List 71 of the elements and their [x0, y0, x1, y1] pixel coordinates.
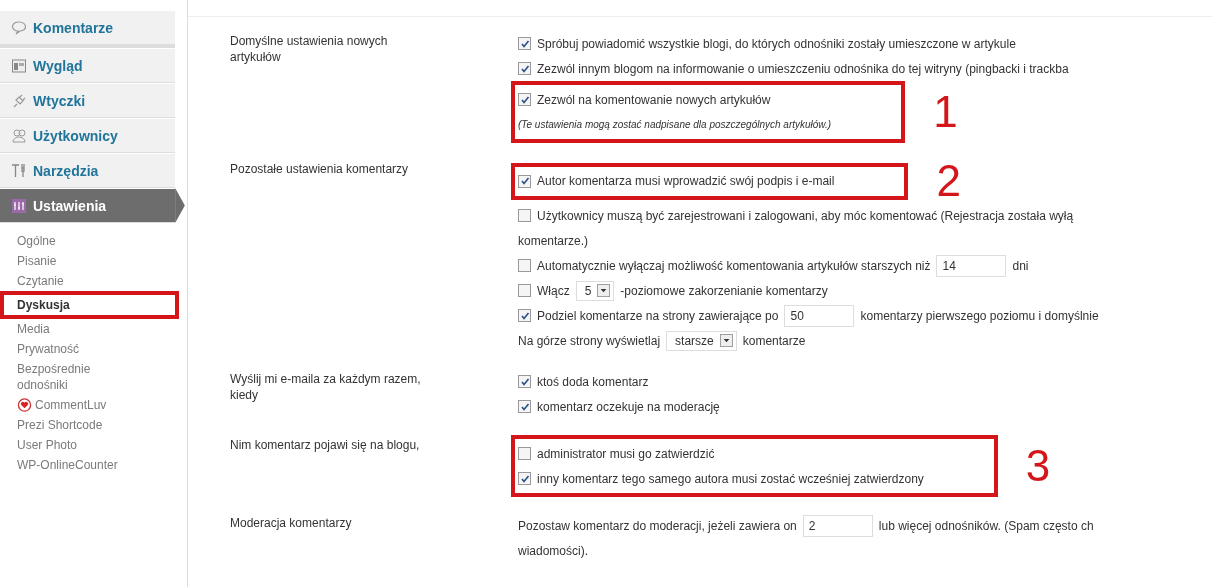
- option-label: wiadomości).: [518, 543, 589, 558]
- option-label: komentarze.): [518, 233, 589, 248]
- number-field[interactable]: 2: [802, 514, 873, 537]
- checkbox[interactable]: [518, 62, 531, 75]
- tools-icon: [11, 162, 27, 179]
- option-label: Automatycznie wyłączaj możliwość komentowania artykułów starszych niż: [537, 258, 931, 273]
- menu-item[interactable]: Narzędzia: [0, 153, 175, 188]
- submenu-item[interactable]: Media: [17, 319, 137, 339]
- submenu-item[interactable]: User Photo: [17, 435, 137, 455]
- checkbox[interactable]: [518, 174, 531, 188]
- option-label: -poziomowe zakorzenianie komentarzy: [620, 283, 828, 298]
- submenu-item[interactable]: Prezi Shortcode: [17, 415, 137, 435]
- number-field[interactable]: 14: [936, 254, 1007, 277]
- option-label: komentarze: [742, 333, 806, 348]
- checkbox[interactable]: [518, 209, 531, 222]
- checkbox[interactable]: [518, 284, 531, 297]
- menu-item[interactable]: Użytkownicy: [0, 118, 175, 153]
- menu-item[interactable]: Komentarze: [0, 10, 175, 48]
- option-label: Spróbuj powiadomić wszystkie blogi, do których odnośniki zostały umieszczone w artykule: [537, 36, 1016, 51]
- checkbox[interactable]: [518, 259, 531, 272]
- dropdown[interactable]: starsze: [666, 330, 737, 351]
- setting-label: Pozostałe ustawienia komentarzy: [230, 161, 410, 178]
- menu-item[interactable]: Wygląd: [0, 48, 175, 83]
- submenu-item[interactable]: Prywatność: [17, 339, 137, 359]
- option-label: Podziel komentarze na strony zawierające po: [537, 308, 779, 323]
- submenu-item[interactable]: Czytanie: [17, 271, 137, 291]
- submenu-item[interactable]: WP-OnlineCounter: [17, 455, 137, 475]
- setting-label: Nim komentarz pojawi się na blogu,: [230, 437, 421, 454]
- option-label: administrator musi go zatwierdzić: [537, 446, 715, 461]
- checkbox[interactable]: [518, 37, 531, 50]
- checkbox[interactable]: [518, 375, 531, 388]
- checkbox[interactable]: [518, 400, 531, 413]
- option-label: Włącz: [537, 283, 570, 298]
- submenu-item[interactable]: Ogólne: [17, 231, 137, 251]
- option-label: ktoś doda komentarz: [537, 374, 649, 389]
- pointer-arrow-icon: [175, 188, 185, 223]
- submenu-item[interactable]: Dyskusja: [0, 291, 179, 319]
- settings-icon: [11, 197, 27, 214]
- annotation-number: 1: [933, 90, 958, 134]
- checkbox[interactable]: [518, 472, 531, 485]
- option-label: komentarzy pierwszego poziomu i domyślnie: [860, 308, 1099, 323]
- option-label: Autor komentarza musi wprowadzić swój podpis i e-mail: [537, 174, 835, 188]
- checkbox[interactable]: [518, 93, 531, 106]
- layout-icon: [11, 57, 27, 74]
- setting-label: Moderacja komentarzy: [230, 515, 353, 532]
- submenu-item[interactable]: Pisanie: [17, 251, 137, 271]
- menu-item[interactable]: Wtyczki: [0, 83, 175, 118]
- setting-label: Wyślij mi e-maila za każdym razem, kiedy: [230, 371, 422, 404]
- option-label: Pozostaw komentarz do moderacji, jeżeli zawiera on: [518, 518, 797, 533]
- setting-label: Domyślne ustawienia nowych artykułów: [230, 33, 389, 66]
- users-icon: [11, 127, 27, 144]
- option-label: Użytkownicy muszą być zarejestrowani i zalogowani, aby móc komentować (Rejestracja została wyłą: [537, 208, 1074, 223]
- note-text: (Te ustawienia mogą zostać nadpisane dla poszczególnych artykułów.): [518, 119, 832, 130]
- checkbox[interactable]: [518, 309, 531, 322]
- submenu-item[interactable]: Bezpośrednie odnośniki: [17, 359, 137, 395]
- option-label: Na górze strony wyświetlaj: [518, 333, 661, 348]
- number-field[interactable]: 50: [784, 304, 855, 327]
- submenu-item[interactable]: CommentLuv: [17, 395, 137, 415]
- option-label: lub więcej odnośników. (Spam często ch: [878, 518, 1094, 533]
- annotation-number: 2: [936, 159, 961, 203]
- option-label: Zezwól na komentowanie nowych artykułów: [537, 92, 771, 107]
- plug-icon: [11, 92, 27, 109]
- option-label: komentarz oczekuje na moderację: [537, 399, 720, 414]
- annotation-number: 3: [1025, 444, 1051, 488]
- heart-bubble-icon: [17, 397, 32, 413]
- option-label: Zezwól innym blogom na informowanie o umieszczeniu odnośnika do tej witryny (pingbacki i trackba: [537, 61, 1069, 76]
- speech-bubble-icon: [11, 19, 27, 36]
- option-label: inny komentarz tego samego autora musi zostać wcześniej zatwierdzony: [537, 471, 924, 486]
- checkbox[interactable]: [518, 447, 531, 460]
- dropdown[interactable]: 5: [575, 280, 615, 301]
- option-label: dni: [1012, 258, 1029, 273]
